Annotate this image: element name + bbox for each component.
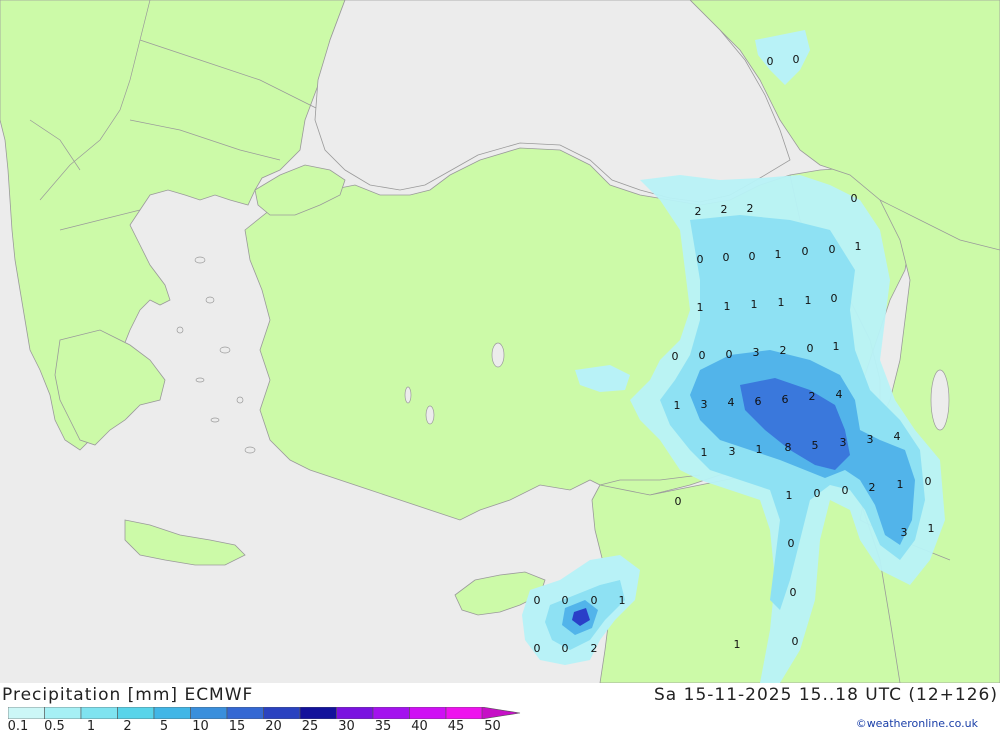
value-label: 1 (778, 296, 785, 309)
value-label: 0 (793, 53, 800, 66)
scale-cell (117, 707, 155, 719)
product-title: Precipitation [mm] ECMWF (2, 685, 254, 705)
value-label: 0 (726, 348, 733, 361)
scale-tick-label: 50 (484, 719, 501, 734)
value-label: 1 (855, 240, 862, 253)
scale-tick-label: 1 (86, 719, 96, 734)
value-label: 0 (842, 484, 849, 497)
map-footer: Precipitation [mm] ECMWF Sa 15-11-2025 1… (0, 683, 1000, 734)
value-label: 1 (674, 399, 681, 412)
scale-tick-label: 25 (301, 719, 319, 734)
color-scale (8, 707, 521, 719)
scale-tick-label: 0.5 (44, 719, 65, 734)
value-label: 6 (755, 395, 762, 408)
scale-cell (299, 707, 337, 719)
value-label: 1 (756, 443, 763, 456)
value-label: 1 (724, 300, 731, 313)
value-label: 0 (723, 251, 730, 264)
value-label: 1 (734, 638, 741, 651)
value-label: 3 (867, 433, 874, 446)
value-label: 2 (780, 344, 787, 357)
value-label: 3 (753, 346, 760, 359)
value-label: 3 (840, 436, 847, 449)
value-label: 5 (812, 439, 819, 452)
value-label: 0 (851, 192, 858, 205)
scale-cell (409, 707, 447, 719)
value-label: 0 (814, 487, 821, 500)
scale-cell (44, 707, 82, 719)
value-label: 0 (749, 250, 756, 263)
value-label: 3 (701, 398, 708, 411)
value-label: 0 (534, 642, 541, 655)
value-label: 0 (790, 586, 797, 599)
value-label: 0 (562, 642, 569, 655)
value-label: 6 (782, 393, 789, 406)
value-label: 0 (925, 475, 932, 488)
value-label: 0 (675, 495, 682, 508)
value-label: 0 (534, 594, 541, 607)
scale-tick-label: 45 (447, 719, 465, 734)
scale-tick-label: 2 (123, 719, 132, 734)
scale-cell (263, 707, 301, 719)
value-label: 4 (836, 388, 843, 401)
scale-tick-label: 35 (374, 719, 392, 734)
value-label: 1 (775, 248, 782, 261)
value-label: 1 (701, 446, 708, 459)
scale-tick-label: 15 (228, 719, 246, 734)
scale-arrow (481, 707, 521, 719)
value-label: 0 (802, 245, 809, 258)
scale-cell (190, 707, 228, 719)
value-label: 4 (728, 396, 735, 409)
value-label: 0 (788, 537, 795, 550)
value-label: 1 (751, 298, 758, 311)
value-label: 0 (697, 253, 704, 266)
scale-cell (226, 707, 264, 719)
scale-tick-label: 10 (192, 719, 209, 734)
value-label: 2 (809, 390, 816, 403)
scale-cell (445, 707, 483, 719)
value-label: 1 (897, 478, 904, 491)
value-label: 0 (792, 635, 799, 648)
valid-time: Sa 15-11-2025 15..18 UTC (12+126) (654, 685, 998, 705)
precipitation-map: 0 0 2 2 2 0 0 0 0 1 0 0 1 1 1 1 1 1 0 0 … (0, 0, 1000, 684)
value-label: 3 (901, 526, 908, 539)
value-label: 0 (591, 594, 598, 607)
credit-link[interactable]: ©weatheronline.co.uk (856, 717, 978, 730)
scale-cell (80, 707, 118, 719)
scale-cell (153, 707, 191, 719)
scale-tick-label: 0.1 (7, 719, 29, 734)
value-label: 1 (805, 294, 812, 307)
value-label: 0 (699, 349, 706, 362)
scale-cell (336, 707, 374, 719)
scale-tick-label: 40 (411, 719, 428, 734)
value-label: 2 (747, 202, 754, 215)
value-label: 1 (786, 489, 793, 502)
value-label: 0 (562, 594, 569, 607)
scale-tick-label: 20 (265, 719, 282, 734)
value-label: 3 (729, 445, 736, 458)
map-canvas: 0 0 2 2 2 0 0 0 0 1 0 0 1 1 1 1 1 1 0 0 … (0, 0, 1000, 684)
scale-tick-label: 5 (159, 719, 169, 734)
scale-cell (372, 707, 410, 719)
value-label: 0 (831, 292, 838, 305)
value-label: 2 (591, 642, 598, 655)
value-label: 0 (767, 55, 774, 68)
value-label: 0 (829, 243, 836, 256)
scale-tick-label: 30 (338, 719, 355, 734)
value-label: 2 (721, 203, 728, 216)
value-label: 8 (785, 441, 792, 454)
value-label: 4 (894, 430, 901, 443)
value-label: 0 (807, 342, 814, 355)
value-label: 0 (672, 350, 679, 363)
value-label: 1 (928, 522, 935, 535)
value-label: 1 (833, 340, 840, 353)
value-label: 1 (697, 301, 704, 314)
value-label: 1 (619, 594, 626, 607)
value-label: 2 (869, 481, 876, 494)
scale-cell (8, 707, 45, 719)
value-label: 2 (695, 205, 702, 218)
